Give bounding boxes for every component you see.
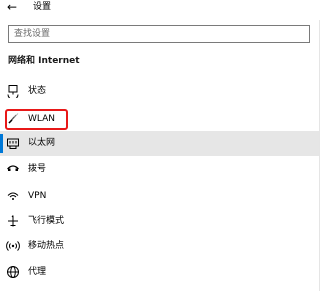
proxy-icon [7, 266, 19, 278]
nav-item-label: 拨号 [28, 164, 47, 174]
search-placeholder: 查找设置 [14, 29, 51, 39]
nav-item-label: 状态 [28, 86, 47, 96]
selection-indicator [0, 134, 3, 153]
nav-item-status[interactable]: 状态 [0, 79, 320, 104]
title-bar: ← 设置 [0, 0, 320, 20]
back-arrow-icon[interactable]: ← [7, 0, 17, 14]
nav-item-airplane[interactable]: 飞行模式 [0, 209, 320, 234]
ethernet-icon [7, 138, 19, 149]
nav-item-label: VPN [28, 191, 47, 201]
hotspot-icon [6, 241, 20, 251]
nav-item-ethernet[interactable]: 以太网 [0, 131, 320, 156]
nav-item-proxy[interactable]: 代理 [0, 260, 320, 285]
window-title: 设置 [33, 2, 52, 12]
vpn-icon [7, 192, 19, 200]
nav-item-dialup[interactable]: 拨号 [0, 157, 320, 182]
status-icon [7, 85, 19, 98]
search-input[interactable]: 查找设置 [8, 25, 310, 43]
nav-item-label: 代理 [28, 267, 47, 277]
nav-item-label: 以太网 [28, 138, 56, 148]
annotation-highlight-box [5, 109, 68, 130]
nav-item-hotspot[interactable]: 移动热点 [0, 234, 320, 259]
section-title: 网络和 Internet [8, 56, 80, 66]
nav-item-label: 移动热点 [28, 241, 65, 251]
dialup-icon [7, 165, 19, 171]
nav-item-label: 飞行模式 [28, 216, 65, 226]
nav-item-vpn[interactable]: VPN [0, 184, 320, 209]
airplane-icon [8, 215, 18, 227]
